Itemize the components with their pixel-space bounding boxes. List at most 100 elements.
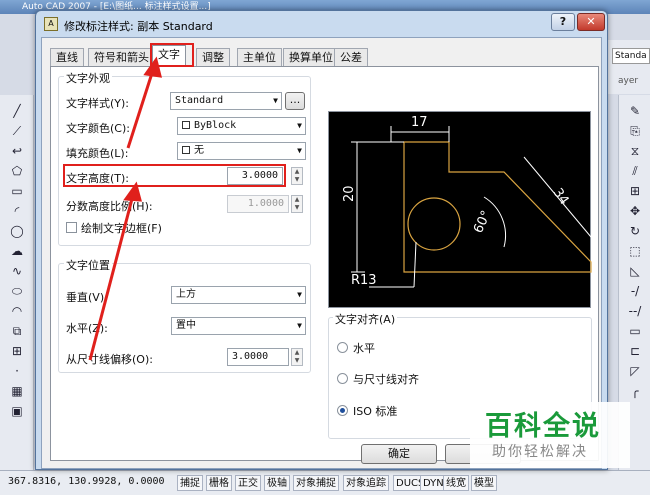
horizontal-select[interactable]: 置中 ▼ (171, 317, 306, 335)
offset-spinner[interactable]: ▲ ▼ (291, 348, 303, 366)
ellipse-arc-icon[interactable]: ◠ (8, 303, 26, 319)
draw-toolbar: ╱ ⟋ ↩ ⬠ ▭ ◜ ◯ ☁ ∿ ⬭ ◠ ⧉ ⊞ · ▦ ▣ (0, 95, 34, 475)
offset-icon[interactable]: ⫽ (626, 163, 644, 179)
move-icon[interactable]: ✥ (626, 203, 644, 219)
text-style-label: 文字样式(Y): (66, 97, 130, 110)
align-horizontal-radio[interactable] (337, 342, 348, 353)
insert-block-icon[interactable]: ⧉ (8, 323, 26, 339)
vertical-label: 垂直(V): (66, 291, 108, 304)
dialog-app-icon: A (44, 17, 58, 31)
ok-button[interactable]: 确定 (361, 444, 437, 464)
model-toggle[interactable]: 模型 (471, 475, 497, 491)
modify-dimstyle-dialog: A 修改标注样式: 副本 Standard ? ✕ 直线 符号和箭头 文字 调整… (35, 10, 608, 470)
tab-alternate-units[interactable]: 换算单位 (283, 48, 339, 66)
hatch-icon[interactable]: ▦ (8, 383, 26, 399)
text-style-value: Standard (175, 95, 224, 106)
text-style-combo[interactable]: Standa (612, 48, 650, 64)
text-appearance-group-label: 文字外观 (64, 70, 112, 86)
point-icon[interactable]: · (8, 363, 26, 379)
align-dimline-radio[interactable] (337, 373, 348, 384)
preview-dimension-lines (351, 126, 592, 288)
dimension-preview-drawing: 17 20 34 60° R13 (342, 115, 592, 288)
make-block-icon[interactable]: ⊞ (8, 343, 26, 359)
spline-icon[interactable]: ∿ (8, 263, 26, 279)
tab-primary-units[interactable]: 主单位 (237, 48, 282, 66)
polar-toggle[interactable]: 极轴 (264, 475, 290, 491)
preview-angle-label: 60° (471, 208, 494, 235)
extend-icon[interactable]: --/ (626, 303, 644, 319)
lineweight-toggle[interactable]: 线宽 (443, 475, 469, 491)
offset-label: 从尺寸线偏移(O): (66, 353, 153, 366)
color-swatch-icon (182, 146, 190, 154)
rectangle-icon[interactable]: ▭ (8, 183, 26, 199)
region-icon[interactable]: ▣ (8, 403, 26, 419)
arc-icon[interactable]: ◜ (8, 203, 26, 219)
scale-icon[interactable]: ⬚ (626, 243, 644, 259)
polygon-icon[interactable]: ⬠ (8, 163, 26, 179)
array-icon[interactable]: ⊞ (626, 183, 644, 199)
text-style-browse-button[interactable]: ... (285, 92, 305, 110)
text-alignment-group-label: 文字对齐(A) (333, 311, 398, 327)
trim-icon[interactable]: -/ (626, 283, 644, 299)
offset-input[interactable]: 3.0000 (227, 348, 289, 366)
fraction-height-input[interactable]: 1.0000 (227, 195, 289, 213)
color-swatch-icon (182, 121, 190, 129)
grid-toggle[interactable]: 栅格 (206, 475, 232, 491)
align-horizontal-label: 水平 (353, 342, 375, 355)
style-toolbar-area: Standa ayer (608, 40, 650, 94)
circle-icon[interactable]: ◯ (8, 223, 26, 239)
chevron-down-icon: ▼ (297, 146, 302, 155)
text-color-select[interactable]: ByBlock ▼ (177, 117, 306, 135)
fraction-height-label: 分数高度比例(H): (66, 200, 153, 213)
draw-frame-checkbox[interactable] (66, 222, 77, 233)
snap-toggle[interactable]: 捕捉 (177, 475, 203, 491)
status-bar: 367.8316, 130.9928, 0.0000 捕捉 栅格 正交 极轴 对… (0, 470, 650, 495)
line-icon[interactable]: ╱ (8, 103, 26, 119)
layer-label: ayer (618, 76, 639, 86)
stretch-icon[interactable]: ◺ (626, 263, 644, 279)
vertical-value: 上方 (176, 289, 196, 300)
otrack-toggle[interactable]: 对象追踪 (343, 475, 389, 491)
break-icon[interactable]: ▭ (626, 323, 644, 339)
close-button[interactable]: ✕ (577, 13, 605, 31)
erase-icon[interactable]: ✎ (626, 103, 644, 119)
tab-tolerances[interactable]: 公差 (334, 48, 368, 66)
align-iso-radio[interactable] (337, 405, 348, 416)
fraction-height-spinner[interactable]: ▲ ▼ (291, 195, 303, 213)
fill-color-value: 无 (194, 145, 204, 156)
chevron-down-icon: ▼ (273, 96, 278, 105)
tab-highlight-box (150, 43, 194, 67)
text-color-value: ByBlock (194, 120, 237, 131)
watermark-subtitle: 助你轻松解决 (492, 444, 588, 460)
ellipse-icon[interactable]: ⬭ (8, 283, 26, 299)
coordinate-readout: 367.8316, 130.9928, 0.0000 (8, 476, 165, 487)
chevron-down-icon: ▼ (297, 321, 302, 330)
preview-radius-label: R13 (351, 273, 377, 288)
revcloud-icon[interactable]: ☁ (8, 243, 26, 259)
dialog-title: 修改标注样式: 副本 Standard (64, 20, 213, 33)
text-style-select[interactable]: Standard ▼ (170, 92, 282, 110)
fillet-icon[interactable]: ╭ (626, 383, 644, 399)
rotate-icon[interactable]: ↻ (626, 223, 644, 239)
align-iso-label: ISO 标准 (353, 405, 398, 418)
mirror-icon[interactable]: ⧖ (626, 143, 644, 159)
ortho-toggle[interactable]: 正交 (235, 475, 261, 491)
join-icon[interactable]: ⊏ (626, 343, 644, 359)
chamfer-icon[interactable]: ◸ (626, 363, 644, 379)
tab-symbols-arrows[interactable]: 符号和箭头 (88, 48, 155, 66)
osnap-toggle[interactable]: 对象捕捉 (293, 475, 339, 491)
help-button[interactable]: ? (551, 13, 575, 31)
fill-color-select[interactable]: 无 ▼ (177, 142, 306, 160)
vertical-select[interactable]: 上方 ▼ (171, 286, 306, 304)
copy-icon[interactable]: ⎘ (626, 123, 644, 139)
tab-lines[interactable]: 直线 (50, 48, 84, 66)
polyline-icon[interactable]: ↩ (8, 143, 26, 159)
chevron-down-icon: ▼ (297, 290, 302, 299)
construction-line-icon[interactable]: ⟋ (8, 123, 26, 139)
text-height-spinner[interactable]: ▲ ▼ (291, 167, 303, 185)
preview-dim-angled: 34 (550, 186, 572, 208)
preview-dim-top: 17 (411, 115, 428, 130)
draw-frame-label: 绘制文字边框(F) (81, 222, 162, 235)
fill-color-label: 填充颜色(L): (66, 147, 129, 160)
tab-fit[interactable]: 调整 (196, 48, 230, 66)
